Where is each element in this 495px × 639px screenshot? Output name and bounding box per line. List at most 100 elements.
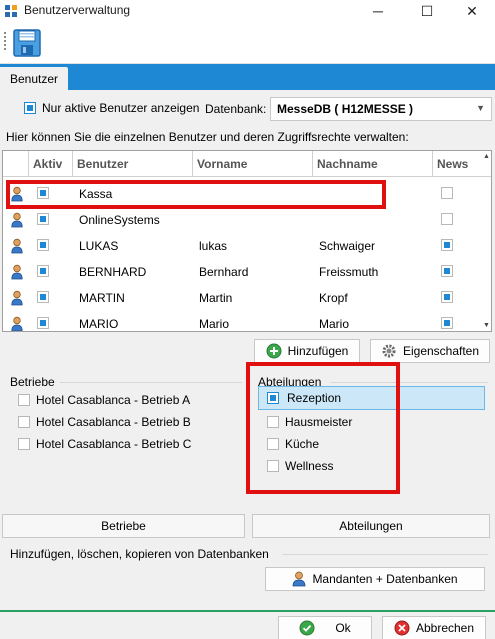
- cancel-icon: [394, 620, 410, 636]
- ok-button[interactable]: Ok: [278, 616, 372, 639]
- news-checkbox[interactable]: [441, 187, 453, 199]
- cell-benutzer: LUKAS: [79, 239, 119, 253]
- table-row[interactable]: OnlineSystems: [3, 207, 491, 233]
- cell-vorname: Martin: [199, 291, 233, 305]
- cell-vorname: lukas: [199, 239, 228, 253]
- betrieb-checkbox[interactable]: [18, 416, 30, 428]
- user-icon: [293, 571, 306, 587]
- toolbar: [0, 22, 495, 64]
- abteilungen-button-label: Abteilungen: [339, 519, 403, 533]
- cell-benutzer: MARTIN: [79, 291, 125, 305]
- betrieb-item[interactable]: Hotel Casablanca - Betrieb B: [18, 415, 191, 429]
- table-row[interactable]: MARIO Mario Mario: [3, 311, 491, 331]
- scroll-up-icon[interactable]: ▲: [483, 153, 490, 160]
- properties-button[interactable]: Eigenschaften: [370, 339, 490, 363]
- database-value: MesseDB ( H12MESSE ): [277, 102, 414, 116]
- app-icon: [5, 5, 17, 17]
- table-row[interactable]: LUKAS lukas Schwaiger: [3, 233, 491, 259]
- plus-icon: [266, 343, 282, 359]
- ok-label: Ok: [335, 621, 351, 635]
- cell-nachname: Freissmuth: [319, 265, 379, 279]
- cancel-button[interactable]: Abbrechen: [382, 616, 486, 639]
- mandanten-datenbanken-button[interactable]: Mandanten + Datenbanken: [265, 567, 485, 591]
- user-icon: [11, 264, 23, 280]
- header-benutzer[interactable]: Benutzer: [73, 151, 193, 177]
- betrieb-label: Hotel Casablanca - Betrieb A: [36, 393, 191, 407]
- table-row[interactable]: MARTIN Martin Kropf: [3, 285, 491, 311]
- table-row[interactable]: BERNHARD Bernhard Freissmuth: [3, 259, 491, 285]
- minimize-button[interactable]: ─: [355, 0, 401, 22]
- save-icon[interactable]: [12, 28, 42, 58]
- cell-vorname: [195, 207, 313, 233]
- cell-benutzer: BERNHARD: [79, 265, 147, 279]
- betriebe-button[interactable]: Betriebe: [2, 514, 245, 538]
- tab-benutzer[interactable]: Benutzer: [0, 67, 69, 90]
- user-icon: [11, 238, 23, 254]
- database-label: Datenbank:: [205, 102, 267, 116]
- header-vorname[interactable]: Vorname: [193, 151, 313, 177]
- abteilungen-button[interactable]: Abteilungen: [252, 514, 490, 538]
- cell-nachname: [315, 207, 433, 233]
- active-only-checkbox[interactable]: [24, 102, 36, 114]
- chevron-down-icon: ▼: [476, 103, 485, 113]
- news-checkbox[interactable]: [441, 291, 453, 303]
- betrieb-checkbox[interactable]: [18, 394, 30, 406]
- betrieb-checkbox[interactable]: [18, 438, 30, 450]
- betriebe-button-label: Betriebe: [101, 519, 146, 533]
- databases-group-title: Hinzufügen, löschen, kopieren von Datenb…: [10, 547, 269, 561]
- check-icon: [299, 620, 315, 636]
- gear-icon: [382, 344, 396, 358]
- databases-divider: [282, 554, 488, 555]
- properties-label: Eigenschaften: [402, 344, 480, 358]
- header-news[interactable]: News: [433, 151, 483, 177]
- news-checkbox[interactable]: [441, 265, 453, 277]
- aktiv-checkbox[interactable]: [37, 317, 49, 329]
- scroll-down-icon[interactable]: ▼: [483, 322, 490, 329]
- cell-nachname: Schwaiger: [319, 239, 376, 253]
- add-user-label: Hinzufügen: [287, 344, 349, 358]
- header-aktiv[interactable]: Aktiv: [29, 151, 73, 177]
- hint-text: Hier können Sie die einzelnen Benutzer u…: [6, 130, 409, 144]
- user-icon: [11, 316, 23, 331]
- footer-separator: [0, 610, 495, 612]
- highlight-kassa-row: [6, 180, 386, 209]
- table-header: Aktiv Benutzer Vorname Nachname News: [3, 151, 491, 177]
- title-bar: Benutzerverwaltung ─ ☐ ✕: [0, 0, 495, 22]
- betrieb-item[interactable]: Hotel Casablanca - Betrieb A: [18, 393, 190, 407]
- users-table[interactable]: Aktiv Benutzer Vorname Nachname News Kas…: [2, 150, 492, 332]
- cancel-label: Abbrechen: [415, 621, 475, 635]
- active-only-filter[interactable]: Nur aktive Benutzer anzeigen: [24, 101, 199, 115]
- add-user-button[interactable]: Hinzufügen: [254, 339, 360, 363]
- cell-vorname: Bernhard: [199, 265, 249, 279]
- news-checkbox[interactable]: [441, 317, 453, 329]
- close-button[interactable]: ✕: [449, 0, 495, 22]
- header-icon-column: [3, 151, 29, 177]
- news-checkbox[interactable]: [441, 239, 453, 251]
- cell-nachname: Kropf: [319, 291, 348, 305]
- news-checkbox[interactable]: [441, 213, 453, 225]
- betrieb-label: Hotel Casablanca - Betrieb C: [36, 437, 192, 451]
- cell-benutzer: OnlineSystems: [79, 213, 160, 227]
- user-icon: [11, 212, 23, 228]
- cell-benutzer: MARIO: [79, 317, 119, 331]
- maximize-button[interactable]: ☐: [404, 0, 450, 22]
- toolbar-grip-icon[interactable]: [4, 32, 7, 54]
- betriebe-divider: [60, 382, 242, 383]
- aktiv-checkbox[interactable]: [37, 291, 49, 303]
- mandanten-datenbanken-label: Mandanten + Datenbanken: [312, 572, 458, 586]
- betrieb-label: Hotel Casablanca - Betrieb B: [36, 415, 191, 429]
- highlight-abteilungen: [246, 362, 400, 494]
- database-select[interactable]: MesseDB ( H12MESSE ) ▼: [270, 97, 492, 121]
- betriebe-title: Betriebe: [10, 375, 55, 389]
- aktiv-checkbox[interactable]: [37, 213, 49, 225]
- table-scrollbar[interactable]: ▲ ▼: [483, 151, 491, 331]
- betrieb-item[interactable]: Hotel Casablanca - Betrieb C: [18, 437, 191, 451]
- user-icon: [11, 290, 23, 306]
- cell-vorname: Mario: [199, 317, 230, 331]
- header-nachname[interactable]: Nachname: [313, 151, 433, 177]
- active-only-label: Nur aktive Benutzer anzeigen: [42, 101, 200, 115]
- aktiv-checkbox[interactable]: [37, 265, 49, 277]
- tab-bar: Benutzer: [0, 64, 495, 90]
- cell-nachname: Mario: [319, 317, 350, 331]
- aktiv-checkbox[interactable]: [37, 239, 49, 251]
